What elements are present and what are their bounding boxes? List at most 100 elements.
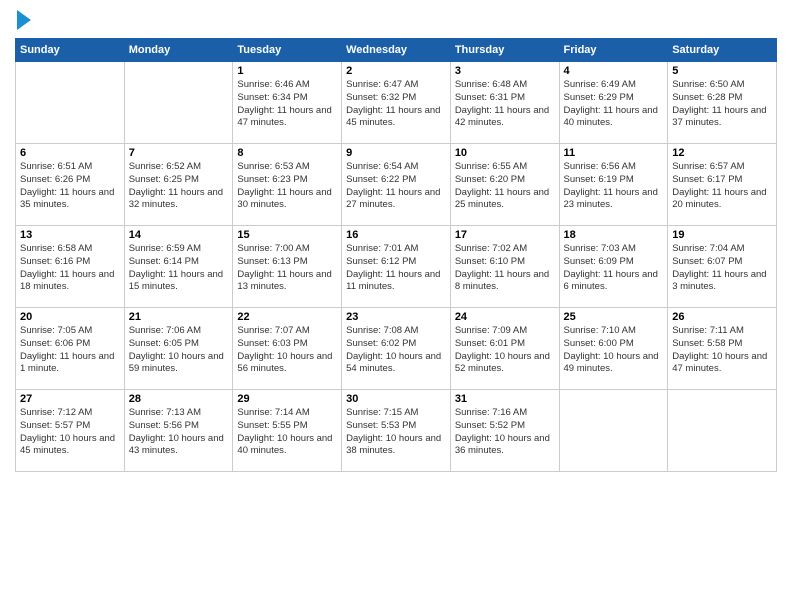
day-number: 22 (237, 311, 337, 323)
calendar-cell: 25 Sunrise: 7:10 AM Sunset: 6:00 PM Dayli… (559, 308, 668, 390)
calendar-cell: 12 Sunrise: 6:57 AM Sunset: 6:17 PM Dayli… (668, 144, 777, 226)
day-number: 26 (672, 311, 772, 323)
logo (15, 10, 31, 30)
weekday-header-tuesday: Tuesday (233, 39, 342, 62)
calendar-cell: 17 Sunrise: 7:02 AM Sunset: 6:10 PM Dayli… (450, 226, 559, 308)
weekday-header-friday: Friday (559, 39, 668, 62)
day-number: 29 (237, 393, 337, 405)
calendar-cell: 8 Sunrise: 6:53 AM Sunset: 6:23 PM Daylig… (233, 144, 342, 226)
day-info: Sunrise: 6:46 AM Sunset: 6:34 PM Dayligh… (237, 79, 337, 130)
day-number: 11 (564, 147, 664, 159)
day-info: Sunrise: 7:10 AM Sunset: 6:00 PM Dayligh… (564, 325, 664, 376)
calendar-cell: 22 Sunrise: 7:07 AM Sunset: 6:03 PM Dayli… (233, 308, 342, 390)
day-number: 17 (455, 229, 555, 241)
day-info: Sunrise: 6:53 AM Sunset: 6:23 PM Dayligh… (237, 161, 337, 212)
day-info: Sunrise: 7:05 AM Sunset: 6:06 PM Dayligh… (20, 325, 120, 376)
calendar-cell: 4Sunrise: 6:49 AM Sunset: 6:29 PM Daylig… (559, 62, 668, 144)
calendar-cell: 13Sunrise: 6:58 AM Sunset: 6:16 PM Dayli… (16, 226, 125, 308)
day-info: Sunrise: 7:12 AM Sunset: 5:57 PM Dayligh… (20, 407, 120, 458)
day-number: 1 (237, 65, 337, 77)
calendar-cell: 16Sunrise: 7:01 AM Sunset: 6:12 PM Dayli… (342, 226, 451, 308)
day-info: Sunrise: 6:55 AM Sunset: 6:20 PM Dayligh… (455, 161, 555, 212)
day-info: Sunrise: 7:16 AM Sunset: 5:52 PM Dayligh… (455, 407, 555, 458)
weekday-header-wednesday: Wednesday (342, 39, 451, 62)
calendar-cell: 19 Sunrise: 7:04 AM Sunset: 6:07 PM Dayli… (668, 226, 777, 308)
weekday-header-sunday: Sunday (16, 39, 125, 62)
day-info: Sunrise: 6:58 AM Sunset: 6:16 PM Dayligh… (20, 243, 120, 294)
calendar-cell: 2 Sunrise: 6:47 AM Sunset: 6:32 PM Daylig… (342, 62, 451, 144)
day-info: Sunrise: 7:14 AM Sunset: 5:55 PM Dayligh… (237, 407, 337, 458)
calendar-cell (668, 390, 777, 472)
day-info: Sunrise: 6:52 AM Sunset: 6:25 PM Dayligh… (129, 161, 229, 212)
header (15, 10, 777, 30)
day-number: 30 (346, 393, 446, 405)
day-number: 8 (237, 147, 337, 159)
page: SundayMondayTuesdayWednesdayThursdayFrid… (0, 0, 792, 612)
calendar-cell: 7 Sunrise: 6:52 AM Sunset: 6:25 PM Daylig… (124, 144, 233, 226)
day-number: 3 (455, 65, 555, 77)
calendar-cell: 29 Sunrise: 7:14 AM Sunset: 5:55 PM Dayli… (233, 390, 342, 472)
calendar-cell: 1 Sunrise: 6:46 AM Sunset: 6:34 PM Daylig… (233, 62, 342, 144)
weekday-header-thursday: Thursday (450, 39, 559, 62)
day-info: Sunrise: 7:02 AM Sunset: 6:10 PM Dayligh… (455, 243, 555, 294)
calendar-cell: 14 Sunrise: 6:59 AM Sunset: 6:14 PM Dayli… (124, 226, 233, 308)
day-info: Sunrise: 7:01 AM Sunset: 6:12 PM Dayligh… (346, 243, 446, 294)
calendar-week-row: 20 Sunrise: 7:05 AM Sunset: 6:06 PM Dayli… (16, 308, 777, 390)
day-number: 20 (20, 311, 120, 323)
day-info: Sunrise: 7:08 AM Sunset: 6:02 PM Dayligh… (346, 325, 446, 376)
day-info: Sunrise: 6:54 AM Sunset: 6:22 PM Dayligh… (346, 161, 446, 212)
calendar-cell: 26 Sunrise: 7:11 AM Sunset: 5:58 PM Dayli… (668, 308, 777, 390)
calendar-cell: 30 Sunrise: 7:15 AM Sunset: 5:53 PM Dayli… (342, 390, 451, 472)
day-number: 2 (346, 65, 446, 77)
calendar-table: SundayMondayTuesdayWednesdayThursdayFrid… (15, 38, 777, 472)
day-info: Sunrise: 7:15 AM Sunset: 5:53 PM Dayligh… (346, 407, 446, 458)
calendar-cell: 18 Sunrise: 7:03 AM Sunset: 6:09 PM Dayli… (559, 226, 668, 308)
day-info: Sunrise: 6:47 AM Sunset: 6:32 PM Dayligh… (346, 79, 446, 130)
day-number: 19 (672, 229, 772, 241)
day-info: Sunrise: 6:51 AM Sunset: 6:26 PM Dayligh… (20, 161, 120, 212)
calendar-cell: 6Sunrise: 6:51 AM Sunset: 6:26 PM Daylig… (16, 144, 125, 226)
calendar-week-row: 27 Sunrise: 7:12 AM Sunset: 5:57 PM Dayli… (16, 390, 777, 472)
day-number: 4 (564, 65, 664, 77)
day-number: 24 (455, 311, 555, 323)
weekday-header-monday: Monday (124, 39, 233, 62)
calendar-cell: 11 Sunrise: 6:56 AM Sunset: 6:19 PM Dayli… (559, 144, 668, 226)
day-number: 10 (455, 147, 555, 159)
day-number: 25 (564, 311, 664, 323)
day-info: Sunrise: 6:48 AM Sunset: 6:31 PM Dayligh… (455, 79, 555, 130)
day-info: Sunrise: 7:04 AM Sunset: 6:07 PM Dayligh… (672, 243, 772, 294)
day-info: Sunrise: 7:07 AM Sunset: 6:03 PM Dayligh… (237, 325, 337, 376)
day-info: Sunrise: 6:56 AM Sunset: 6:19 PM Dayligh… (564, 161, 664, 212)
day-info: Sunrise: 7:11 AM Sunset: 5:58 PM Dayligh… (672, 325, 772, 376)
day-number: 18 (564, 229, 664, 241)
calendar-week-row: 6Sunrise: 6:51 AM Sunset: 6:26 PM Daylig… (16, 144, 777, 226)
day-info: Sunrise: 6:59 AM Sunset: 6:14 PM Dayligh… (129, 243, 229, 294)
calendar-cell: 15Sunrise: 7:00 AM Sunset: 6:13 PM Dayli… (233, 226, 342, 308)
day-number: 7 (129, 147, 229, 159)
day-number: 14 (129, 229, 229, 241)
day-info: Sunrise: 7:03 AM Sunset: 6:09 PM Dayligh… (564, 243, 664, 294)
day-info: Sunrise: 6:50 AM Sunset: 6:28 PM Dayligh… (672, 79, 772, 130)
day-info: Sunrise: 7:06 AM Sunset: 6:05 PM Dayligh… (129, 325, 229, 376)
calendar-cell: 5Sunrise: 6:50 AM Sunset: 6:28 PM Daylig… (668, 62, 777, 144)
calendar-cell: 21 Sunrise: 7:06 AM Sunset: 6:05 PM Dayli… (124, 308, 233, 390)
calendar-week-row: 13Sunrise: 6:58 AM Sunset: 6:16 PM Dayli… (16, 226, 777, 308)
calendar-cell: 23Sunrise: 7:08 AM Sunset: 6:02 PM Dayli… (342, 308, 451, 390)
calendar-cell (16, 62, 125, 144)
day-number: 31 (455, 393, 555, 405)
day-number: 9 (346, 147, 446, 159)
weekday-header-row: SundayMondayTuesdayWednesdayThursdayFrid… (16, 39, 777, 62)
calendar-cell: 31 Sunrise: 7:16 AM Sunset: 5:52 PM Dayli… (450, 390, 559, 472)
calendar-cell: 24 Sunrise: 7:09 AM Sunset: 6:01 PM Dayli… (450, 308, 559, 390)
day-info: Sunrise: 7:00 AM Sunset: 6:13 PM Dayligh… (237, 243, 337, 294)
day-number: 12 (672, 147, 772, 159)
day-number: 21 (129, 311, 229, 323)
day-info: Sunrise: 6:57 AM Sunset: 6:17 PM Dayligh… (672, 161, 772, 212)
calendar-week-row: 1 Sunrise: 6:46 AM Sunset: 6:34 PM Daylig… (16, 62, 777, 144)
calendar-cell (124, 62, 233, 144)
day-number: 27 (20, 393, 120, 405)
calendar-cell: 28Sunrise: 7:13 AM Sunset: 5:56 PM Dayli… (124, 390, 233, 472)
calendar-cell (559, 390, 668, 472)
calendar-cell: 27 Sunrise: 7:12 AM Sunset: 5:57 PM Dayli… (16, 390, 125, 472)
day-info: Sunrise: 7:09 AM Sunset: 6:01 PM Dayligh… (455, 325, 555, 376)
